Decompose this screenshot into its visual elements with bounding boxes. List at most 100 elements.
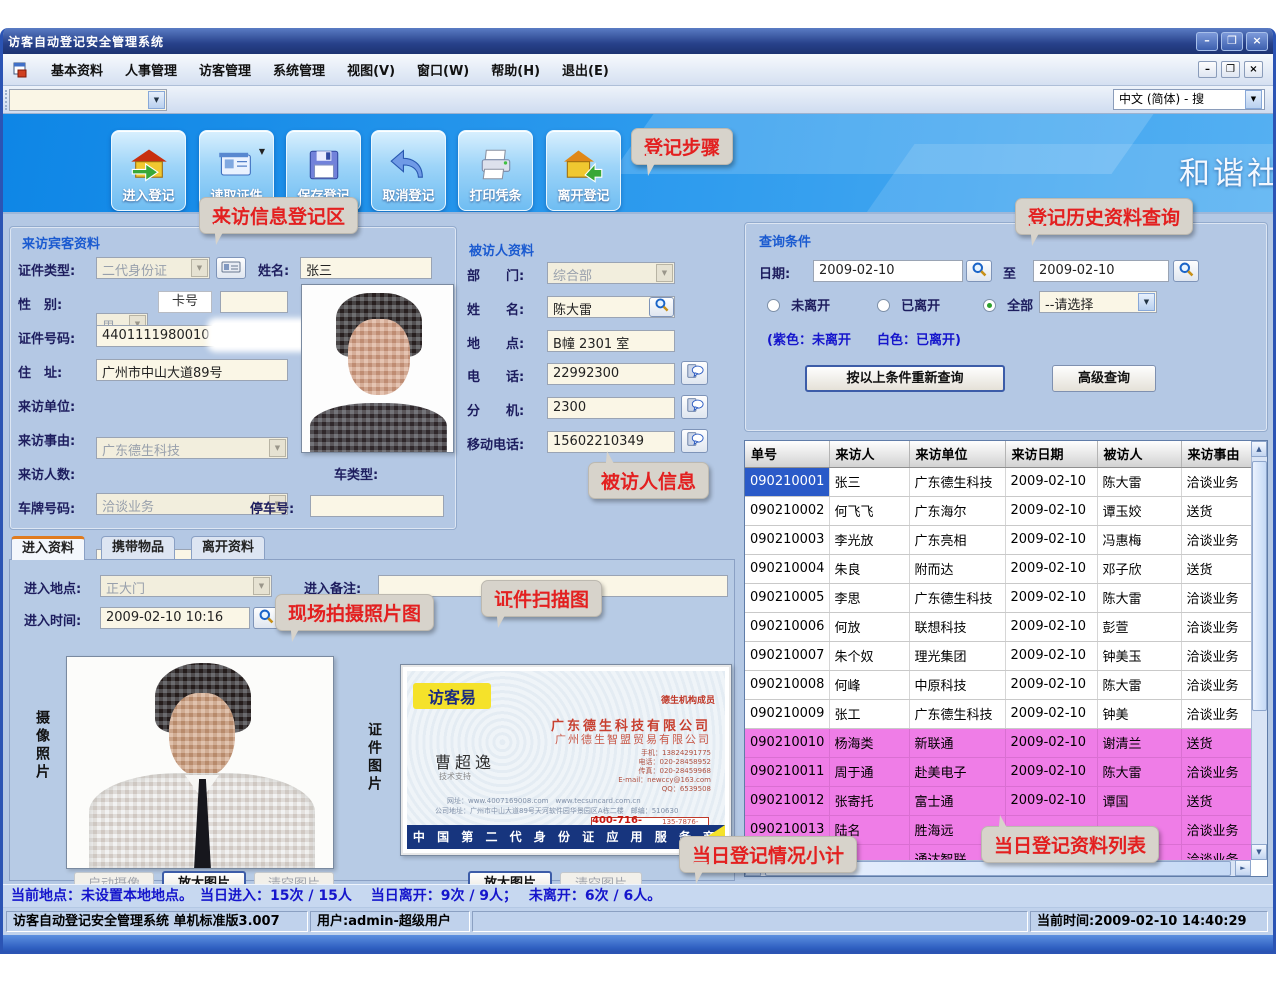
cell-company[interactable]: 广东亮相	[909, 525, 1005, 554]
cell-host[interactable]: 陈大雷	[1097, 467, 1181, 496]
cell-host[interactable]: 彭萱	[1097, 612, 1181, 641]
vertical-scrollbar[interactable]: ▲ ▼	[1251, 441, 1267, 860]
dial-ext-button[interactable]	[681, 395, 708, 419]
reason-filter-select[interactable]: --请选择 ▼	[1039, 291, 1157, 313]
tab-entry-info[interactable]: 进入资料	[11, 536, 85, 560]
restore-icon[interactable]: ❐	[1221, 32, 1243, 51]
dial-phone-button[interactable]	[681, 361, 708, 385]
cell-host[interactable]: 陈大雷	[1097, 583, 1181, 612]
entry-time-input[interactable]: 2009-02-10 10:16	[100, 607, 250, 629]
radio-icon[interactable]	[767, 299, 780, 312]
cell-id[interactable]: 090210001	[745, 467, 829, 496]
cell-id[interactable]: 090210009	[745, 699, 829, 728]
cell-visitor[interactable]: 张工	[829, 699, 909, 728]
cell-date[interactable]: 2009-02-10	[1005, 496, 1097, 525]
date-from-input[interactable]: 2009-02-10	[813, 260, 963, 282]
cell-date[interactable]: 2009-02-10	[1005, 699, 1097, 728]
table-row[interactable]: 090210009张工广东德生科技2009-02-10钟美洽谈业务	[745, 699, 1251, 728]
table-row[interactable]: 090210006何放联想科技2009-02-10彭萱洽谈业务	[745, 612, 1251, 641]
table-row[interactable]: 090210010杨海类新联通2009-02-10谢清兰送货	[745, 728, 1251, 757]
cell-date[interactable]: 2009-02-10	[1005, 728, 1097, 757]
requery-button[interactable]: 按以上条件重新查询	[805, 365, 1005, 392]
card-reader-button[interactable]	[216, 257, 246, 279]
cell-id[interactable]: 090210003	[745, 525, 829, 554]
cell-host[interactable]: 陈大雷	[1097, 757, 1181, 786]
minimize-icon[interactable]: –	[1196, 32, 1218, 51]
cell-visitor[interactable]: 朱个奴	[829, 641, 909, 670]
cell-date[interactable]: 2009-02-10	[1005, 641, 1097, 670]
cell-reason[interactable]: 洽谈业务	[1181, 844, 1251, 861]
radio-left[interactable]: 已离开	[877, 295, 940, 314]
cell-company[interactable]: 附而达	[909, 554, 1005, 583]
dial-mobile-button[interactable]	[681, 429, 708, 453]
chevron-down-icon[interactable]: ▼	[148, 91, 165, 109]
menu-system[interactable]: 系统管理	[273, 60, 325, 79]
cell-company[interactable]: 新联通	[909, 728, 1005, 757]
cell-visitor[interactable]: 周于通	[829, 757, 909, 786]
scroll-up-icon[interactable]: ▲	[1251, 441, 1267, 457]
card-no-input[interactable]	[220, 291, 288, 313]
cell-id[interactable]: 090210010	[745, 728, 829, 757]
date-to-input[interactable]: 2009-02-10	[1033, 260, 1169, 282]
cell-reason[interactable]: 洽谈业务	[1181, 641, 1251, 670]
parking-input[interactable]	[310, 495, 444, 517]
leave-register-button[interactable]: 离开登记	[546, 130, 621, 211]
cell-company[interactable]: 联想科技	[909, 612, 1005, 641]
mdi-minimize-icon[interactable]: –	[1198, 61, 1217, 78]
cell-reason[interactable]: 洽谈业务	[1181, 670, 1251, 699]
cell-reason[interactable]: 洽谈业务	[1181, 699, 1251, 728]
chevron-down-icon[interactable]: ▼	[1245, 90, 1262, 109]
cell-company[interactable]: 广东德生科技	[909, 699, 1005, 728]
cell-reason[interactable]: 洽谈业务	[1181, 757, 1251, 786]
menu-window[interactable]: 窗口(W)	[417, 60, 469, 79]
cell-date[interactable]: 2009-02-10	[1005, 525, 1097, 554]
cell-id[interactable]: 090210008	[745, 670, 829, 699]
cancel-register-button[interactable]: 取消登记	[371, 130, 446, 211]
col-header[interactable]: 来访单位	[909, 441, 1005, 467]
close-icon[interactable]: ×	[1246, 32, 1268, 51]
radio-icon[interactable]	[877, 299, 890, 312]
cell-visitor[interactable]: 何飞飞	[829, 496, 909, 525]
cell-host[interactable]: 邓子欣	[1097, 554, 1181, 583]
cell-visitor[interactable]: 何峰	[829, 670, 909, 699]
menu-view[interactable]: 视图(V)	[347, 60, 395, 79]
cell-company[interactable]: 广东德生科技	[909, 467, 1005, 496]
ext-input[interactable]: 2300	[547, 397, 675, 419]
menu-exit[interactable]: 退出(E)	[562, 60, 609, 79]
cell-reason[interactable]: 洽谈业务	[1181, 583, 1251, 612]
host-search-button[interactable]	[649, 297, 674, 317]
scroll-down-icon[interactable]: ▼	[1251, 844, 1267, 860]
cell-id[interactable]: 090210011	[745, 757, 829, 786]
advanced-query-button[interactable]: 高级查询	[1052, 365, 1156, 392]
print-receipt-button[interactable]: 打印凭条	[458, 130, 533, 211]
cell-date[interactable]: 2009-02-10	[1005, 786, 1097, 815]
cell-reason[interactable]: 洽谈业务	[1181, 612, 1251, 641]
cell-date[interactable]: 2009-02-10	[1005, 612, 1097, 641]
cell-date[interactable]: 2009-02-10	[1005, 467, 1097, 496]
cell-visitor[interactable]: 李思	[829, 583, 909, 612]
phone-input[interactable]: 22992300	[547, 363, 675, 385]
cell-company[interactable]: 理光集团	[909, 641, 1005, 670]
language-bar[interactable]: 中文 (简体) - 搜 ▼	[1113, 89, 1265, 110]
cell-reason[interactable]: 洽谈业务	[1181, 525, 1251, 554]
toolbar-combobox[interactable]: ▼	[9, 89, 167, 111]
tab-leave-info[interactable]: 离开资料	[191, 536, 265, 560]
table-row[interactable]: 090210005李思广东德生科技2009-02-10陈大雷洽谈业务	[745, 583, 1251, 612]
cell-host[interactable]: 钟美	[1097, 699, 1181, 728]
table-row[interactable]: 090210008何峰中原科技2009-02-10陈大雷洽谈业务	[745, 670, 1251, 699]
table-row[interactable]: 090210007朱个奴理光集团2009-02-10钟美玉洽谈业务	[745, 641, 1251, 670]
id-type-select[interactable]: 二代身份证 ▼	[96, 257, 210, 279]
cell-visitor[interactable]: 朱良	[829, 554, 909, 583]
cell-visitor[interactable]: 张寄托	[829, 786, 909, 815]
tab-carried-items[interactable]: 携带物品	[101, 536, 175, 560]
col-header[interactable]: 来访日期	[1005, 441, 1097, 467]
cell-company[interactable]: 广东海尔	[909, 496, 1005, 525]
cell-date[interactable]: 2009-02-10	[1005, 583, 1097, 612]
cell-host[interactable]: 谢清兰	[1097, 728, 1181, 757]
cell-date[interactable]: 2009-02-10	[1005, 554, 1097, 583]
cell-id[interactable]: 090210007	[745, 641, 829, 670]
cell-host[interactable]: 陈大雷	[1097, 670, 1181, 699]
cell-visitor[interactable]: 何放	[829, 612, 909, 641]
menu-help[interactable]: 帮助(H)	[491, 60, 540, 79]
cell-company[interactable]: 中原科技	[909, 670, 1005, 699]
